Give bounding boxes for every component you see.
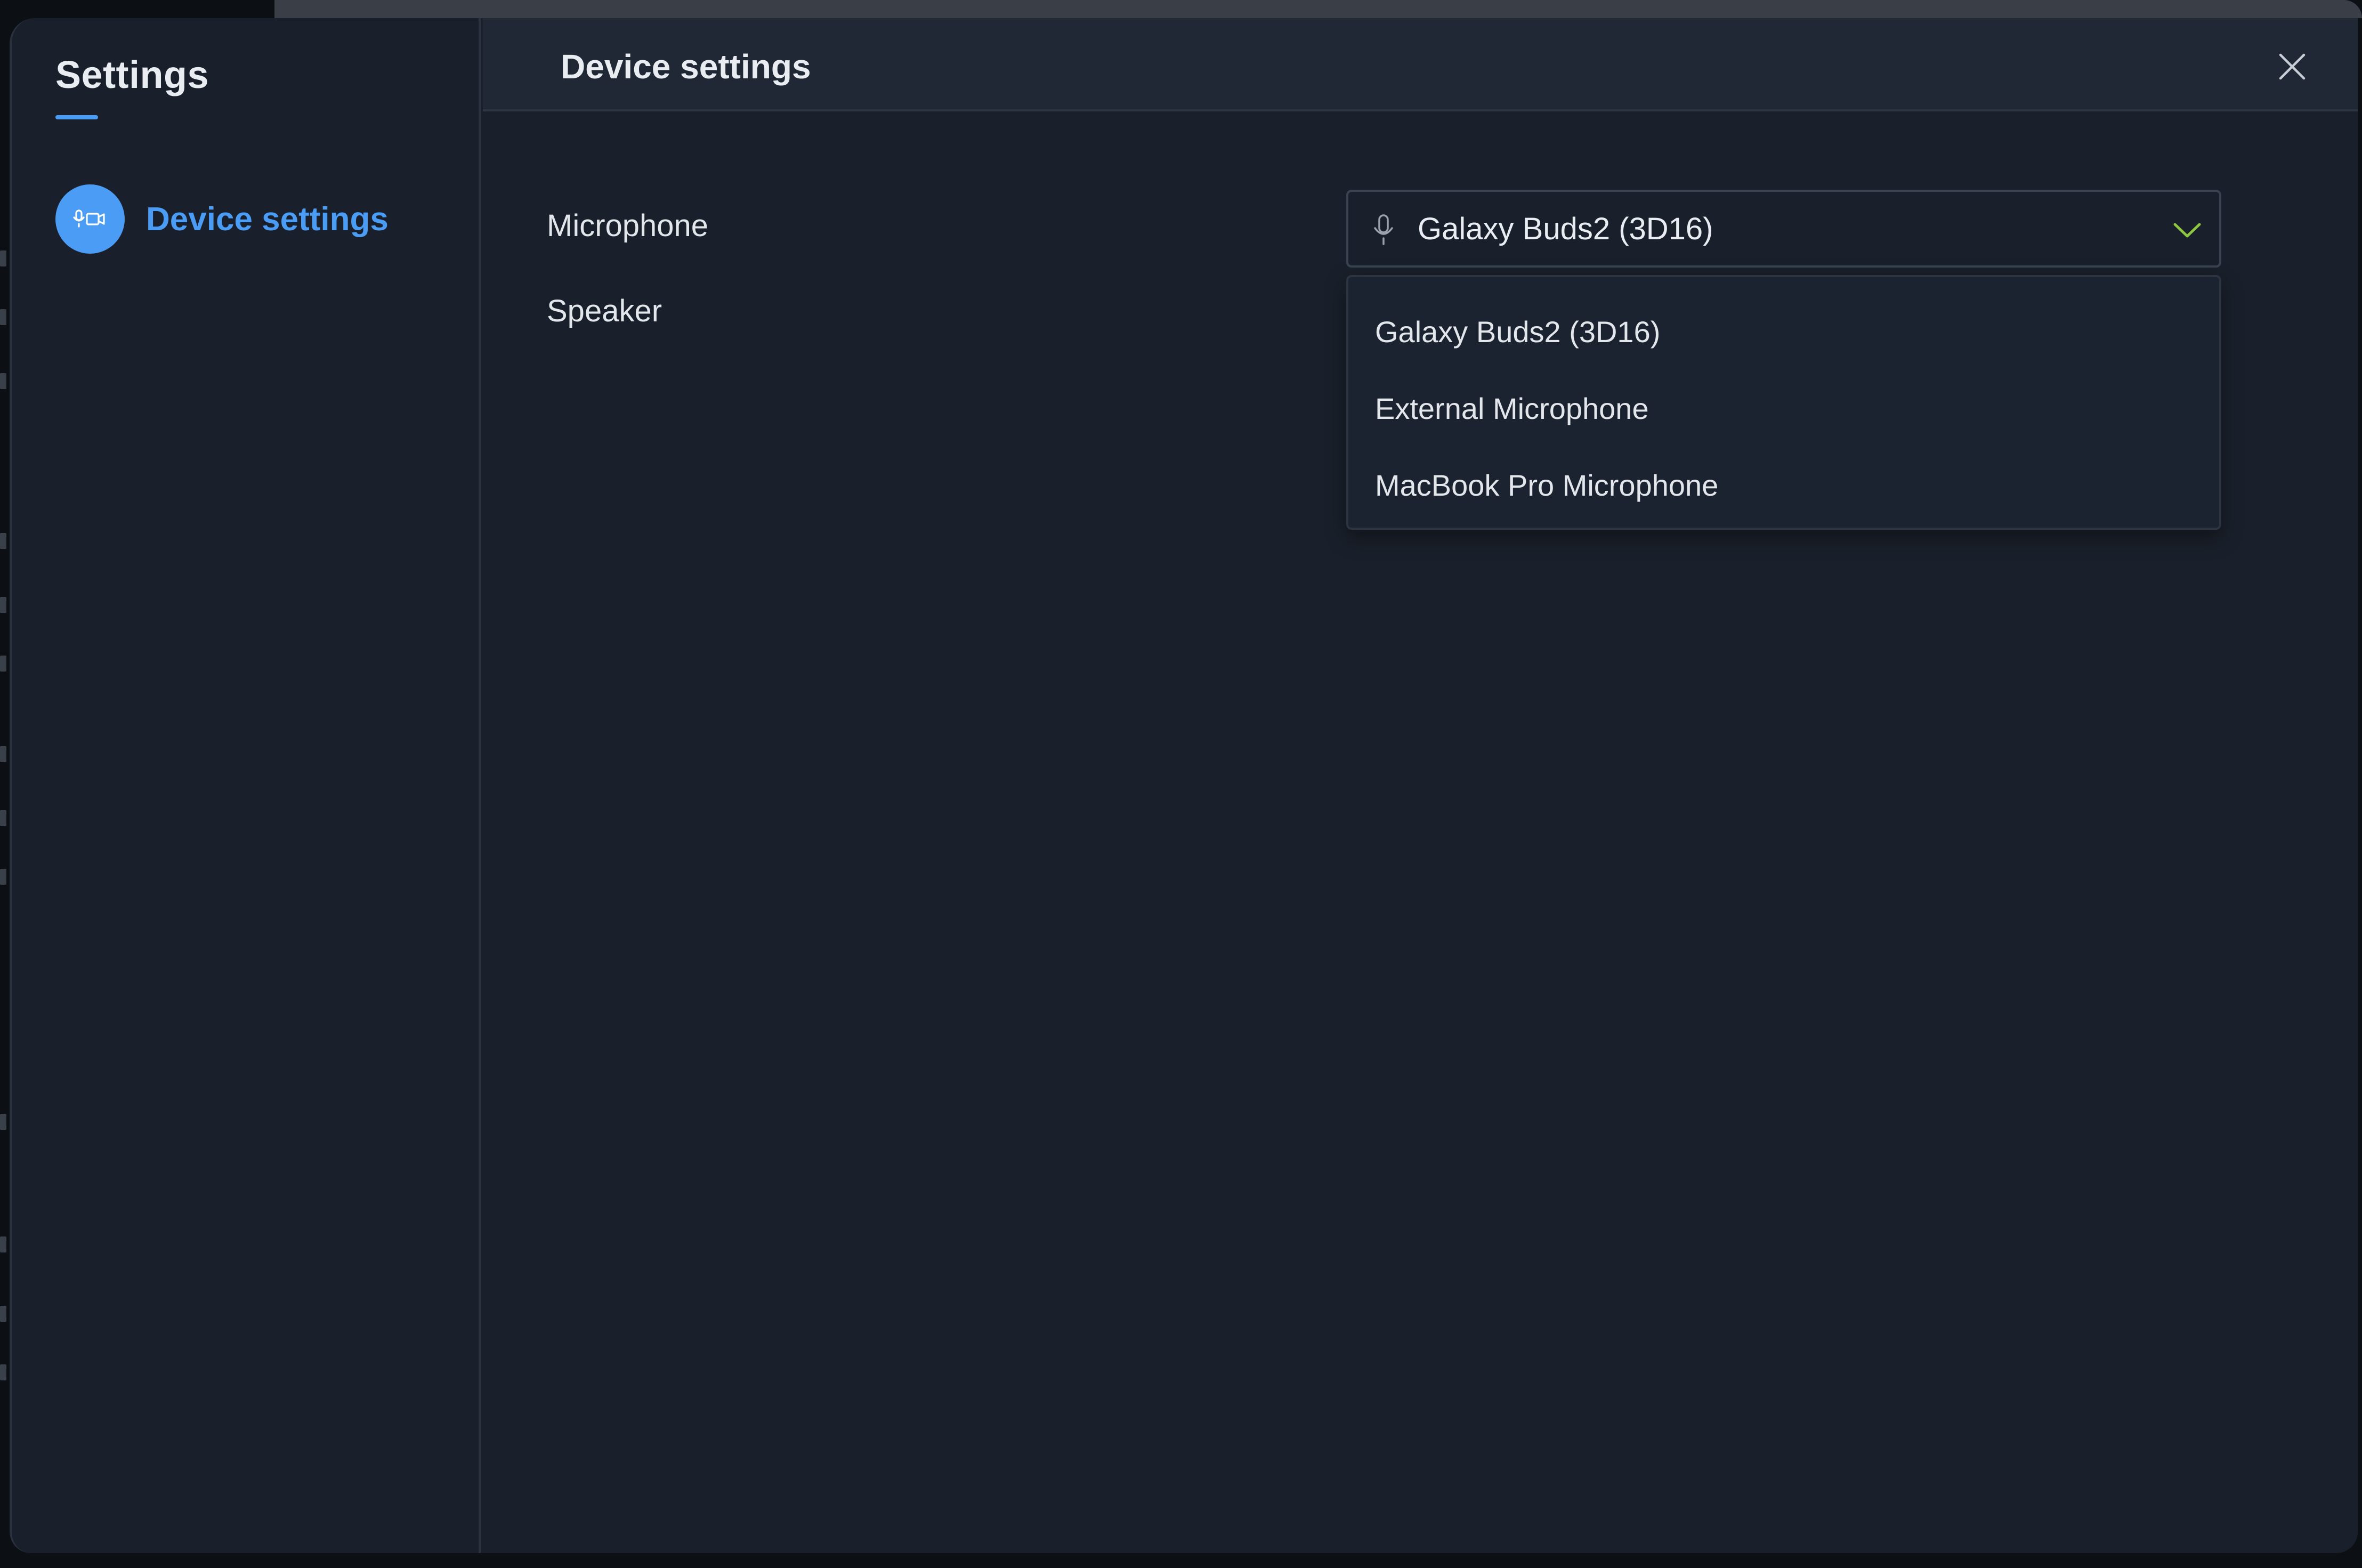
main-panel: Device settings Microphone Speaker Galax… [483, 18, 2358, 1553]
chevron-down-icon [2171, 215, 2203, 245]
background-fragment [0, 1114, 6, 1130]
dropdown-option-galaxy-buds2[interactable]: Galaxy Buds2 (3D16) [1348, 293, 2219, 370]
microphone-icon [1368, 210, 1400, 250]
background-fragment [0, 869, 6, 885]
sidebar-item-label: Device settings [146, 200, 389, 238]
background-fragment [0, 656, 6, 672]
microphone-select[interactable]: Galaxy Buds2 (3D16) [1346, 190, 2221, 268]
background-fragment [0, 533, 6, 549]
background-fragment [0, 373, 6, 389]
background-fragment [0, 597, 6, 613]
main-header: Device settings [483, 18, 2358, 111]
close-button[interactable] [2268, 43, 2316, 91]
background-fragment [0, 250, 6, 266]
background-fragment [0, 1364, 6, 1380]
background-bottom-strip [0, 1553, 2362, 1568]
settings-sidebar: Settings Device settings [12, 18, 481, 1553]
sidebar-item-device-settings[interactable]: Device settings [55, 184, 389, 254]
dropdown-option-external-microphone[interactable]: External Microphone [1348, 370, 2219, 447]
close-icon [2279, 53, 2306, 80]
page-title: Device settings [561, 47, 811, 86]
microphone-select-value: Galaxy Buds2 (3D16) [1418, 212, 1713, 246]
settings-modal: Settings Device settings Device settings [10, 18, 2358, 1553]
background-fragment [0, 1306, 6, 1322]
speaker-label: Speaker [547, 294, 662, 328]
background-fragment [0, 1236, 6, 1252]
microphone-label: Microphone [547, 208, 709, 243]
background-fragment [0, 810, 6, 826]
microphone-dropdown-menu: Galaxy Buds2 (3D16) External Microphone … [1346, 275, 2221, 530]
sidebar-title: Settings [55, 54, 209, 96]
video-mic-icon [55, 184, 125, 254]
dropdown-option-macbook-pro-microphone[interactable]: MacBook Pro Microphone [1348, 447, 2219, 523]
background-fragment [0, 309, 6, 325]
background-app-bar [274, 0, 2362, 18]
background-fragment [0, 746, 6, 762]
sidebar-title-underline [55, 115, 98, 119]
